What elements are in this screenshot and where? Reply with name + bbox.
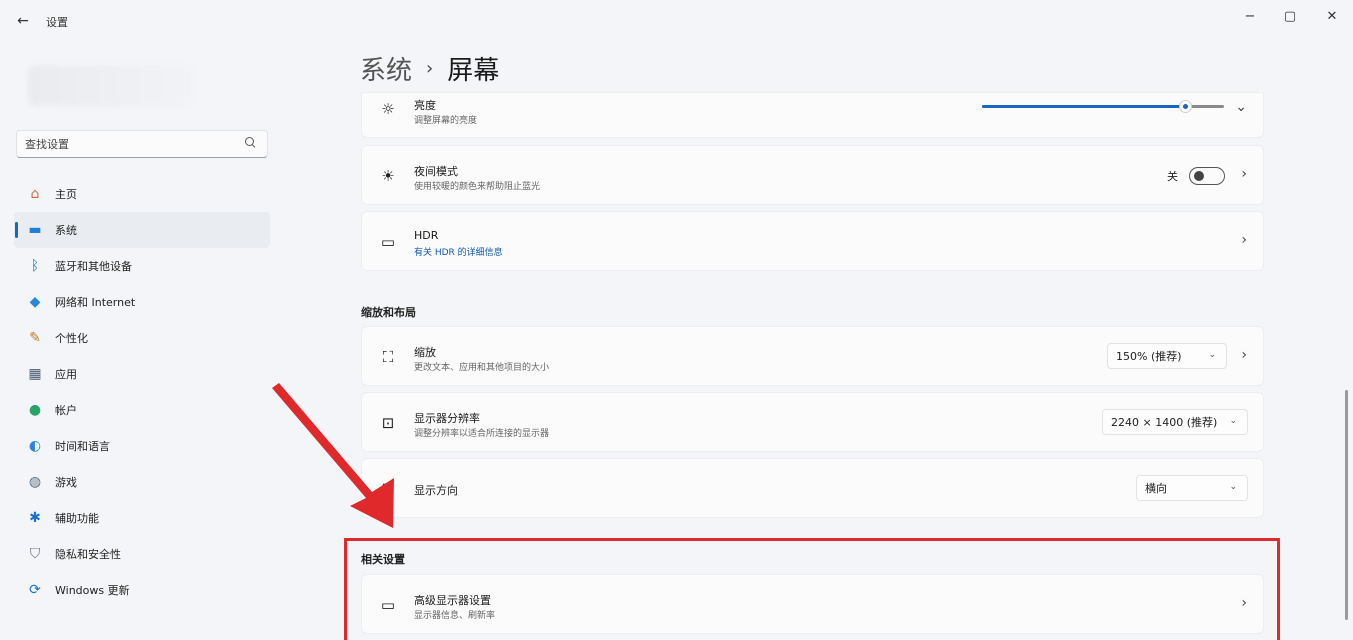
sidebar-item-5[interactable]: ▦ 应用 xyxy=(14,356,270,392)
expand-chevron-icon[interactable]: ⌄ xyxy=(1235,99,1247,115)
brightness-icon: ☼ xyxy=(381,100,395,118)
chevron-right-icon[interactable]: › xyxy=(1241,232,1247,248)
sidebar-item-8[interactable]: ◍ 游戏 xyxy=(14,464,270,500)
annotation-highlight-box xyxy=(344,538,1280,640)
night-light-toggle[interactable] xyxy=(1189,167,1225,185)
search-box[interactable] xyxy=(16,130,268,158)
monitor-icon: ▬ xyxy=(28,222,42,238)
sidebar-item-label: 隐私和安全性 xyxy=(55,548,121,561)
back-arrow-icon: ← xyxy=(17,13,29,29)
chevron-right-icon[interactable]: › xyxy=(1241,166,1247,182)
home-icon: ⌂ xyxy=(30,186,40,202)
scale-layout-heading: 缩放和布局 xyxy=(361,306,416,319)
scale-subtitle: 更改文本、应用和其他项目的大小 xyxy=(414,363,550,373)
sidebar-item-10[interactable]: ⛉ 隐私和安全性 xyxy=(14,536,270,572)
orientation-dropdown[interactable]: 横向 ⌄ xyxy=(1136,475,1248,501)
search-icon[interactable] xyxy=(245,137,257,151)
sidebar-item-2[interactable]: ᛒ 蓝牙和其他设备 xyxy=(14,248,270,284)
brightness-slider-fill xyxy=(982,105,1186,108)
back-button[interactable]: ← xyxy=(12,10,34,32)
brightness-slider-thumb[interactable] xyxy=(1179,100,1193,113)
globe-clock-icon: ◐ xyxy=(28,438,42,454)
breadcrumb: 系统 › 屏幕 xyxy=(360,50,499,87)
sidebar-item-label: 个性化 xyxy=(55,332,88,345)
hdr-title: HDR xyxy=(414,229,439,242)
close-button[interactable]: ✕ xyxy=(1320,6,1344,26)
sidebar-item-3[interactable]: ◆ 网络和 Internet xyxy=(14,284,270,320)
wifi-icon: ◆ xyxy=(29,294,41,310)
sidebar-item-1[interactable]: ▬ 系统 xyxy=(14,212,270,248)
sidebar-item-11[interactable]: ⟳ Windows 更新 xyxy=(14,572,270,608)
night-light-row[interactable]: ☀ 夜间模式 使用较暖的颜色来帮助阻止蓝光 关 › xyxy=(361,145,1264,205)
chevron-right-icon[interactable]: › xyxy=(1241,347,1247,363)
resolution-title: 显示器分辨率 xyxy=(414,412,480,425)
bluetooth-icon: ᛒ xyxy=(30,258,40,274)
night-light-icon: ☀ xyxy=(381,167,395,185)
gamepad-icon: ◍ xyxy=(28,474,42,490)
sidebar-item-label: 游戏 xyxy=(55,476,77,489)
sidebar-item-9[interactable]: ✱ 辅助功能 xyxy=(14,500,270,536)
breadcrumb-parent[interactable]: 系统 xyxy=(360,50,412,87)
night-light-subtitle: 使用较暖的颜色来帮助阻止蓝光 xyxy=(414,182,541,192)
sidebar-item-4[interactable]: ✎ 个性化 xyxy=(14,320,270,356)
user-profile-blurred[interactable] xyxy=(28,66,193,106)
chevron-down-icon: ⌄ xyxy=(1229,416,1237,426)
resolution-dropdown[interactable]: 2240 × 1400 (推荐) ⌄ xyxy=(1102,409,1248,435)
apps-icon: ▦ xyxy=(28,366,42,382)
sidebar-item-label: 蓝牙和其他设备 xyxy=(55,260,132,273)
resolution-subtitle: 调整分辨率以适合所连接的显示器 xyxy=(414,429,550,439)
scale-dropdown[interactable]: 150% (推荐) ⌄ xyxy=(1107,343,1227,369)
sidebar-item-label: 时间和语言 xyxy=(55,440,110,453)
sidebar-item-7[interactable]: ◐ 时间和语言 xyxy=(14,428,270,464)
maximize-button[interactable]: ▢ xyxy=(1278,6,1302,26)
orientation-dropdown-value: 横向 xyxy=(1145,482,1167,495)
scrollbar[interactable] xyxy=(1345,390,1348,620)
sidebar-item-6[interactable]: ● 帐户 xyxy=(14,392,270,428)
orientation-icon: ↻ xyxy=(381,480,395,498)
account-icon: ● xyxy=(28,402,42,418)
night-light-title: 夜间模式 xyxy=(414,165,458,178)
page-title: 屏幕 xyxy=(447,56,500,86)
scale-dropdown-value: 150% (推荐) xyxy=(1116,350,1182,363)
sidebar-item-label: Windows 更新 xyxy=(55,584,130,597)
sidebar-nav: ⌂ 主页 ▬ 系统 ᛒ 蓝牙和其他设备 ◆ 网络和 Internet ✎ 个性化 ▦ 应用 ● 帐户 ◐ 时间… xyxy=(14,176,270,608)
breadcrumb-separator-icon: › xyxy=(426,58,434,79)
brightness-title: 亮度 xyxy=(414,99,436,112)
sidebar-item-label: 帐户 xyxy=(55,404,77,417)
orientation-title: 显示方向 xyxy=(414,484,458,497)
search-input[interactable] xyxy=(25,135,245,153)
chevron-down-icon: ⌄ xyxy=(1208,350,1216,360)
sidebar-item-label: 辅助功能 xyxy=(55,512,99,525)
chevron-down-icon: ⌄ xyxy=(1229,482,1237,492)
windows-update-icon: ⟳ xyxy=(29,582,41,598)
scale-icon: ⛶ xyxy=(382,348,394,366)
app-title: 设置 xyxy=(46,16,68,29)
resolution-row: ⊡ 显示器分辨率 调整分辨率以适合所连接的显示器 2240 × 1400 (推荐… xyxy=(361,392,1264,452)
night-light-state: 关 xyxy=(1167,170,1178,183)
resolution-icon: ⊡ xyxy=(381,414,395,432)
resolution-dropdown-value: 2240 × 1400 (推荐) xyxy=(1111,416,1218,429)
sidebar-item-label: 系统 xyxy=(55,224,77,237)
hdr-row[interactable]: ▭ HDR 有关 HDR 的详细信息 › xyxy=(361,211,1264,271)
sidebar-item-label: 应用 xyxy=(55,368,77,381)
minimize-button[interactable]: − xyxy=(1238,6,1262,26)
brightness-subtitle: 调整屏幕的亮度 xyxy=(414,116,478,126)
hdr-icon: ▭ xyxy=(380,233,396,251)
title-bar: ← 设置 − ▢ ✕ xyxy=(0,0,1353,42)
scale-title: 缩放 xyxy=(414,346,436,359)
accessibility-icon: ✱ xyxy=(29,510,41,526)
sidebar-item-label: 主页 xyxy=(55,188,77,201)
shield-icon: ⛉ xyxy=(29,546,41,562)
sidebar-item-label: 网络和 Internet xyxy=(55,296,136,309)
brightness-slider[interactable] xyxy=(982,100,1224,113)
brightness-row: ☼ 亮度 调整屏幕的亮度 ⌄ xyxy=(361,92,1264,138)
hdr-info-link[interactable]: 有关 HDR 的详细信息 xyxy=(414,245,503,258)
scale-row[interactable]: ⛶ 缩放 更改文本、应用和其他项目的大小 150% (推荐) ⌄ › xyxy=(361,326,1264,386)
sidebar-item-0[interactable]: ⌂ 主页 xyxy=(14,176,270,212)
brush-icon: ✎ xyxy=(29,330,41,346)
orientation-row: ↻ 显示方向 横向 ⌄ xyxy=(361,458,1264,518)
